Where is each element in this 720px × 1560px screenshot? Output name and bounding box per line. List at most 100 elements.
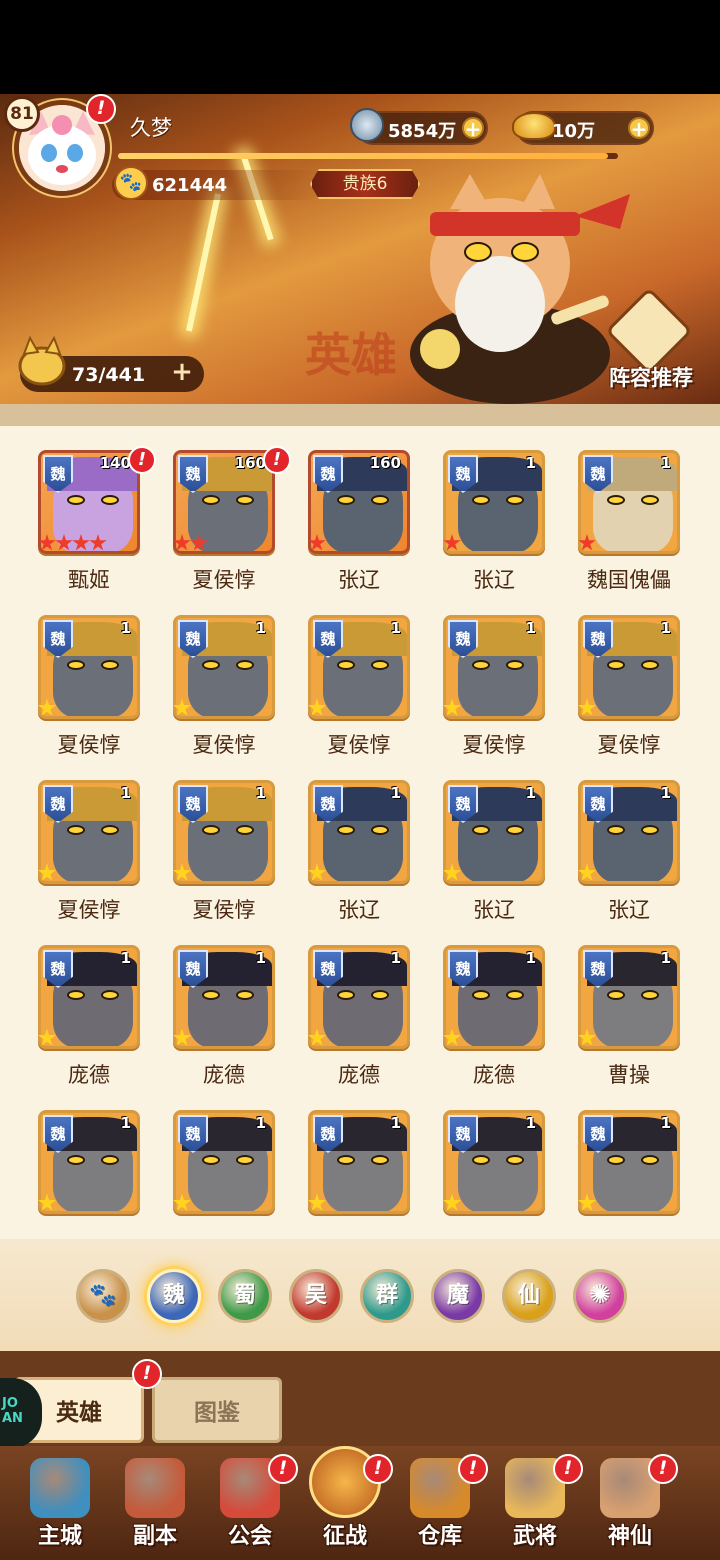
hero-eye bbox=[101, 660, 119, 670]
hero-eye bbox=[236, 825, 254, 835]
hero-card[interactable]: 魏1 bbox=[169, 1110, 279, 1239]
nav-generals[interactable]: 武将! bbox=[489, 1446, 583, 1560]
hero-eye bbox=[607, 660, 625, 670]
star-icon bbox=[173, 534, 191, 551]
hero-stars bbox=[173, 534, 208, 556]
hero-card[interactable]: 魏 1 张辽 bbox=[439, 780, 549, 930]
hero-eye bbox=[371, 990, 389, 1000]
hero-card[interactable]: 魏 1 夏侯惇 bbox=[574, 615, 684, 765]
hero-level: 1 bbox=[255, 619, 266, 637]
hero-eye bbox=[67, 1155, 85, 1165]
hero-level: 1 bbox=[120, 784, 131, 802]
silver-add-button[interactable]: + bbox=[462, 117, 484, 140]
hero-name: 庞德 bbox=[203, 1063, 245, 1087]
hero-level: 1 bbox=[390, 619, 401, 637]
nav-alert-icon: ! bbox=[648, 1454, 678, 1484]
faction-filter-button[interactable]: 群 bbox=[360, 1269, 414, 1323]
hero-eye bbox=[101, 495, 119, 505]
faction-filter-paw-icon[interactable]: 🐾 bbox=[76, 1269, 130, 1323]
nav-cat-immortal[interactable]: 神仙! bbox=[584, 1446, 678, 1560]
hero-eye bbox=[607, 1155, 625, 1165]
hero-portrait: 魏1 bbox=[173, 945, 275, 1049]
hero-card[interactable]: 魏 1 夏侯惇 bbox=[439, 615, 549, 765]
faction-filter-button[interactable]: 魏 bbox=[147, 1269, 201, 1323]
hero-card[interactable]: 魏1 bbox=[34, 1110, 144, 1239]
hero-name: 夏侯惇 bbox=[192, 733, 256, 757]
hero-card[interactable]: 魏 1 曹操 bbox=[574, 945, 684, 1095]
lineup-recommend-button[interactable]: 阵容推荐 bbox=[596, 287, 706, 396]
hero-eye bbox=[202, 1155, 220, 1165]
hero-card[interactable]: 魏 1 张辽 bbox=[439, 450, 549, 600]
gold-amount: 10万 bbox=[552, 121, 596, 142]
hero-eye bbox=[67, 990, 85, 1000]
hero-eye bbox=[101, 1155, 119, 1165]
hero-card[interactable]: 魏1 bbox=[574, 1110, 684, 1239]
hero-eye bbox=[337, 495, 355, 505]
hero-eye bbox=[371, 825, 389, 835]
nav-guild-flag[interactable]: 公会! bbox=[204, 1446, 298, 1560]
hero-level: 1 bbox=[525, 784, 536, 802]
hero-eye bbox=[202, 990, 220, 1000]
nav-battle[interactable]: 征战! bbox=[299, 1446, 393, 1560]
hero-alert-icon: ! bbox=[263, 446, 291, 474]
nav-bag[interactable]: 仓库! bbox=[394, 1446, 488, 1560]
lineup-recommend-label: 阵容推荐 bbox=[609, 366, 693, 390]
hero-eye bbox=[641, 495, 659, 505]
hero-card[interactable]: 魏 1 庞德 bbox=[34, 945, 144, 1095]
hero-level: 160 bbox=[369, 454, 401, 472]
noble-rank-badge[interactable]: 贵族6 bbox=[310, 169, 420, 199]
hero-card[interactable]: 魏 1 夏侯惇 bbox=[34, 615, 144, 765]
hero-level: 1 bbox=[660, 949, 671, 967]
hero-eye bbox=[337, 660, 355, 670]
hero-eye bbox=[202, 660, 220, 670]
nav-alert-icon: ! bbox=[268, 1454, 298, 1484]
silver-amount: 5854万 bbox=[388, 121, 457, 142]
power-paw-icon: 🐾 bbox=[114, 166, 148, 200]
hero-stars bbox=[578, 534, 596, 556]
hero-card[interactable]: 魏 1 张辽 bbox=[304, 780, 414, 930]
gold-add-button[interactable]: + bbox=[628, 117, 650, 140]
hero-eye bbox=[371, 1155, 389, 1165]
hero-card[interactable]: 魏 1 庞德 bbox=[169, 945, 279, 1095]
hero-level: 1 bbox=[525, 619, 536, 637]
hero-name: 夏侯惇 bbox=[597, 733, 661, 757]
hero-card[interactable]: 魏 1 张辽 bbox=[574, 780, 684, 930]
nav-label: 仓库 bbox=[417, 1524, 462, 1549]
hero-card[interactable]: 魏 140 甄姬! bbox=[34, 446, 156, 600]
hero-card[interactable]: 魏 1 夏侯惇 bbox=[169, 615, 279, 765]
nav-castle[interactable]: 主城 bbox=[14, 1446, 106, 1560]
hero-portrait: 魏1 bbox=[443, 615, 545, 719]
roster-add-button[interactable]: + bbox=[170, 359, 194, 386]
hero-card[interactable]: 魏 1 夏侯惇 bbox=[169, 780, 279, 930]
player-power: 621444 bbox=[152, 175, 228, 196]
hero-card[interactable]: 魏 160 张辽 bbox=[304, 450, 414, 600]
hero-card[interactable]: 魏 1 夏侯惇 bbox=[34, 780, 144, 930]
hero-card[interactable]: 魏 1 魏国傀儡 bbox=[574, 450, 684, 600]
hero-name: 甄姬 bbox=[68, 568, 110, 592]
faction-filter-button[interactable]: 蜀 bbox=[218, 1269, 272, 1323]
faction-filter-button[interactable]: 魔 bbox=[431, 1269, 485, 1323]
hero-level: 1 bbox=[525, 1114, 536, 1132]
hero-card[interactable]: 魏1 bbox=[304, 1110, 414, 1239]
faction-filter-button[interactable]: 仙 bbox=[502, 1269, 556, 1323]
hero-card[interactable]: 魏 160 夏侯惇! bbox=[169, 446, 291, 600]
hero-tab-strip: 英雄 图鉴 ! bbox=[0, 1351, 720, 1446]
hero-eye bbox=[337, 990, 355, 1000]
faction-filter-button[interactable]: 吴 bbox=[289, 1269, 343, 1323]
hero-card[interactable]: 魏 1 夏侯惇 bbox=[304, 615, 414, 765]
tab-codex[interactable]: 图鉴 bbox=[152, 1377, 282, 1443]
hero-eye bbox=[236, 1155, 254, 1165]
hero-portrait: 魏1 bbox=[578, 780, 680, 884]
hero-card[interactable]: 魏1 bbox=[439, 1110, 549, 1239]
hero-card[interactable]: 魏 1 庞德 bbox=[304, 945, 414, 1095]
nav-alert-icon: ! bbox=[553, 1454, 583, 1484]
nav-label: 武将 bbox=[512, 1524, 557, 1549]
hero-eye bbox=[67, 825, 85, 835]
hero-portrait: 魏1 bbox=[308, 780, 410, 884]
faction-filter-swirl-icon[interactable]: ✺ bbox=[573, 1269, 627, 1323]
nav-swords[interactable]: 副本 bbox=[109, 1446, 201, 1560]
hero-roster-icon bbox=[18, 336, 66, 386]
hero-eye bbox=[67, 495, 85, 505]
faction-filter-bar: 🐾 魏蜀吴群魔仙 ✺ bbox=[0, 1239, 720, 1351]
hero-card[interactable]: 魏 1 庞德 bbox=[439, 945, 549, 1095]
